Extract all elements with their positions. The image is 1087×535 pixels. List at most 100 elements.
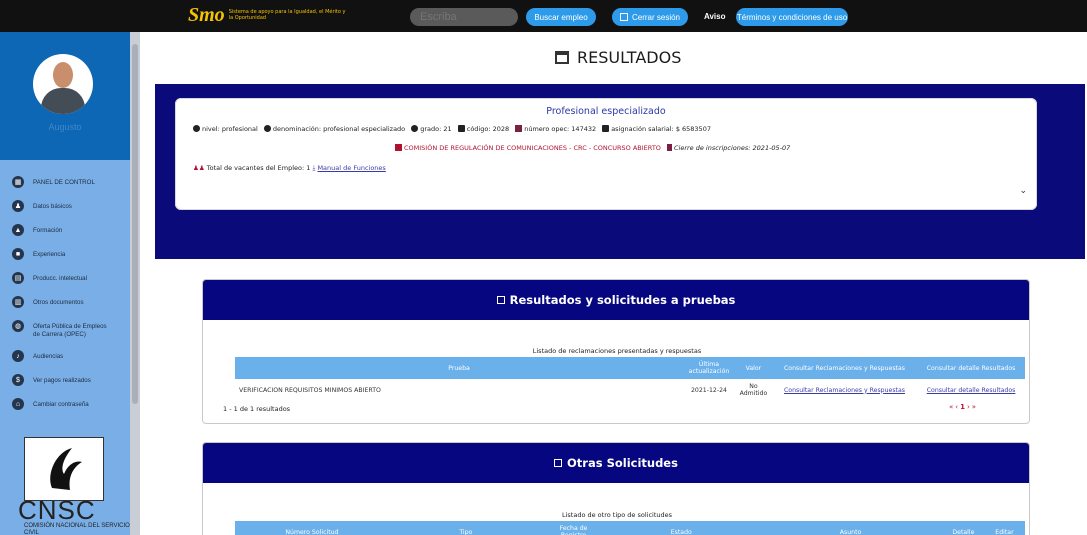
sidebar-item-datos-basicos[interactable]: ♟ Datos básicos: [0, 200, 130, 224]
sidebar-item-label: Audiencias: [33, 353, 64, 360]
col-consultar-detalle[interactable]: Consultar detalle Resultados: [917, 357, 1025, 379]
table-header-row: Número Solicitud Tipo Fecha de Registro …: [235, 521, 1025, 535]
page-title: RESULTADOS: [555, 48, 681, 67]
grade-icon: [411, 125, 419, 132]
col-numero-solicitud[interactable]: Número Solicitud: [235, 521, 389, 535]
logo-mark: Smo: [188, 4, 225, 26]
avatar[interactable]: [33, 54, 93, 114]
search-job-button[interactable]: Buscar empleo: [526, 8, 596, 26]
job-title: Profesional especializado: [546, 106, 666, 117]
list-icon: [515, 125, 523, 132]
results-table-caption: Listado de reclamaciones presentadas y r…: [532, 347, 702, 355]
other-requests-panel: Otras Solicitudes Listado de otro tipo d…: [202, 442, 1030, 535]
org-long-name: COMISIÓN NACIONAL DEL SERVICIO CIVIL: [24, 523, 130, 535]
job-band: Profesional especializado nivel: profesi…: [155, 84, 1085, 259]
smo-logo[interactable]: Smo Sistema de apoyo para la Igualdad, e…: [188, 5, 349, 25]
cell-fecha: 2021-12-24: [691, 386, 727, 394]
sidebar-item-label: Experiencia: [33, 251, 66, 258]
download-icon: ⤓: [312, 164, 316, 172]
other-requests-header: Otras Solicitudes: [203, 443, 1029, 483]
profile-panel: Augusto: [0, 32, 130, 160]
results-panel: Resultados y solicitudes a pruebas Lista…: [202, 279, 1030, 424]
sidebar-item-cambiar-contrasena[interactable]: ⌂ Cambiar contraseña: [0, 398, 130, 422]
job-entidad: COMISIÓN DE REGULACIÓN DE COMUNICACIONES…: [404, 144, 661, 152]
dollar-icon: $: [12, 374, 24, 386]
aviso-link[interactable]: Aviso: [704, 12, 726, 21]
sidebar-item-experiencia[interactable]: ■ Experiencia: [0, 248, 130, 272]
book-icon: ▤: [12, 272, 24, 284]
col-fecha-registro[interactable]: Fecha de Registro: [542, 521, 605, 535]
logo-tagline: Sistema de apoyo para la Igualdad, el Mé…: [228, 9, 346, 21]
job-entity-line: COMISIÓN DE REGULACIÓN DE COMUNICACIONES…: [395, 144, 790, 152]
col-consultar-reclamaciones[interactable]: Consultar Reclamaciones y Respuestas: [771, 357, 918, 379]
col-valor[interactable]: Valor: [734, 357, 772, 379]
col-detalle[interactable]: Detalle: [942, 521, 984, 535]
sidebar-item-produccion-intelectual[interactable]: ▤ Producc. intelectual: [0, 272, 130, 296]
sidebar-item-label: Ver pagos realizados: [33, 377, 91, 384]
sidebar-item-label: Cambiar contraseña: [33, 401, 89, 408]
job-card[interactable]: Profesional especializado nivel: profesi…: [175, 98, 1037, 210]
job-nivel: nivel: profesional: [202, 125, 258, 133]
manual-link[interactable]: Manual de Funciones: [317, 164, 385, 172]
briefcase-icon: ■: [12, 248, 24, 260]
money-icon: [602, 125, 610, 132]
sidebar-item-label: Producc. intelectual: [33, 275, 87, 282]
users-icon: ♟♟: [193, 164, 205, 172]
people-icon: ♟: [12, 200, 24, 212]
denomination-icon: [263, 125, 271, 132]
job-vacantes: Total de vacantes del Empleo: 1: [206, 164, 311, 172]
sidebar-item-opec[interactable]: ◍ Oferta Pública de Empleos de Carrera (O…: [0, 320, 130, 350]
logout-icon: [619, 13, 628, 21]
col-tipo[interactable]: Tipo: [388, 521, 543, 535]
terms-button[interactable]: Términos y condiciones de uso: [736, 8, 848, 26]
hourglass-icon: [666, 144, 672, 151]
other-table-caption: Listado de otro tipo de solicitudes: [561, 511, 673, 519]
results-count: 1 - 1 de 1 resultados: [223, 405, 291, 413]
sidebar-item-label: PANEL DE CONTROL: [33, 179, 95, 186]
level-icon: [193, 125, 200, 132]
consultar-detalle-link[interactable]: Consultar detalle Resultados: [927, 387, 1016, 394]
chevron-down-icon[interactable]: ⌄: [1019, 186, 1027, 196]
org-short-name: CNSC: [18, 495, 96, 525]
consultar-reclamaciones-link[interactable]: Consultar Reclamaciones y Respuestas: [784, 387, 905, 394]
col-editar[interactable]: Editar: [983, 521, 1025, 535]
col-estado[interactable]: Estado: [604, 521, 759, 535]
user-name: Augusto: [48, 122, 82, 132]
job-opec: número opec: 147432: [524, 125, 597, 133]
col-asunto[interactable]: Asunto: [758, 521, 943, 535]
calendar-check-icon: [555, 51, 569, 64]
sidebar-item-formacion[interactable]: ▲ Formación: [0, 224, 130, 248]
pagination: «‹1›»: [949, 403, 978, 411]
scrollbar-thumb[interactable]: [132, 44, 138, 404]
sidebar-item-panel-de-control[interactable]: ▦ PANEL DE CONTROL: [0, 176, 130, 200]
cnsc-emblem: [24, 437, 104, 501]
sidebar-menu: ▦ PANEL DE CONTROL ♟ Datos básicos ▲ Formac…: [0, 176, 130, 422]
lock-icon: ⌂: [12, 398, 24, 410]
sidebar-item-pagos[interactable]: $ Ver pagos realizados: [0, 374, 130, 398]
logout-label: Cerrar sesión: [631, 12, 680, 22]
last-page-button[interactable]: »: [972, 403, 978, 411]
top-bar: Smo Sistema de apoyo para la Igualdad, e…: [0, 0, 1087, 32]
logout-button[interactable]: Cerrar sesión: [612, 8, 688, 26]
main-content: RESULTADOS Profesional especializado niv…: [140, 32, 1087, 535]
sidebar-item-audiencias[interactable]: ♪ Audiencias: [0, 350, 130, 374]
other-requests-title: Otras Solicitudes: [567, 456, 678, 470]
table-header-row: Prueba Última actualización Valor Consul…: [235, 357, 1025, 379]
cell-prueba: VERIFICACION REQUISITOS MINIMOS ABIERTO: [239, 386, 381, 394]
cnsc-emblem-icon: [50, 448, 82, 490]
col-ultima-actualizacion[interactable]: Última actualización: [683, 357, 735, 379]
job-attributes: nivel: profesional denominación: profesi…: [193, 125, 711, 133]
tag-icon: [457, 125, 465, 132]
dashboard-icon: ▦: [12, 176, 24, 188]
sidebar-item-label: Datos básicos: [33, 203, 72, 210]
sidebar-scrollbar[interactable]: [130, 32, 140, 535]
job-denominacion: denominación: profesional especializado: [272, 125, 406, 133]
graduation-cap-icon: ▲: [12, 224, 24, 236]
search-input[interactable]: [410, 8, 518, 26]
sidebar: Augusto ▦ PANEL DE CONTROL ♟ Datos básicos…: [0, 32, 140, 535]
job-salario: asignación salarial: $ 6583507: [611, 125, 711, 133]
sidebar-item-otros-documentos[interactable]: ▥ Otros documentos: [0, 296, 130, 320]
results-panel-title: Resultados y solicitudes a pruebas: [509, 293, 736, 307]
col-prueba[interactable]: Prueba: [235, 357, 684, 379]
current-page[interactable]: 1: [960, 403, 967, 411]
